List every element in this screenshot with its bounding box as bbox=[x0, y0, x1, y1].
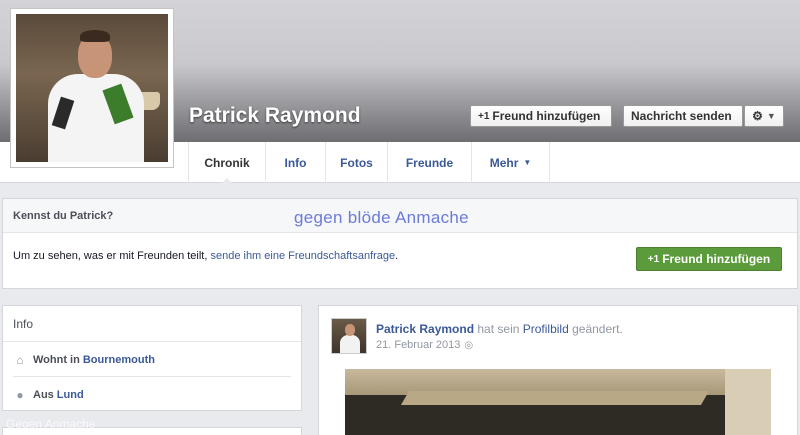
post-action-prefix: hat sein bbox=[474, 322, 523, 336]
add-friend-icon: +1 bbox=[478, 110, 490, 122]
tab-label: Fotos bbox=[340, 155, 373, 170]
info-card-title: Info bbox=[3, 306, 301, 342]
tab-mehr[interactable]: Mehr ▼ bbox=[471, 142, 550, 183]
send-message-label: Nachricht senden bbox=[631, 109, 732, 123]
post-header: Patrick Raymond hat sein Profilbild geän… bbox=[376, 322, 623, 336]
suggestion-text-suffix: . bbox=[395, 250, 399, 262]
post-author-avatar[interactable] bbox=[331, 318, 367, 354]
post-photo[interactable] bbox=[345, 369, 771, 435]
watermark-text-small: Gegen Anmache bbox=[6, 417, 96, 431]
suggestion-text-prefix: Um zu sehen, was er mit Freunden teilt, bbox=[13, 250, 211, 262]
gear-icon: ⚙ bbox=[752, 109, 763, 123]
tab-label: Info bbox=[284, 155, 307, 170]
globe-icon[interactable]: ◎ bbox=[464, 340, 473, 351]
profile-picture[interactable] bbox=[10, 8, 174, 168]
tab-chronik[interactable]: Chronik bbox=[188, 142, 265, 184]
send-message-button[interactable]: Nachricht senden bbox=[623, 105, 743, 127]
add-friend-label: Freund hinzufügen bbox=[492, 109, 601, 123]
tab-label: Freunde bbox=[405, 155, 454, 170]
post-action-suffix: geändert. bbox=[568, 322, 623, 336]
info-row-prefix: Aus bbox=[33, 389, 54, 401]
post-author-link[interactable]: Patrick Raymond bbox=[376, 322, 474, 336]
location-pin-icon: ● bbox=[16, 388, 24, 402]
home-icon: ⌂ bbox=[16, 353, 24, 367]
info-row-value-link[interactable]: Lund bbox=[57, 389, 84, 401]
info-row-prefix: Wohnt in bbox=[33, 354, 80, 366]
profile-picture-link[interactable]: Profilbild bbox=[523, 322, 569, 336]
add-friend-icon: +1 bbox=[647, 253, 660, 265]
info-card: Info ⌂ Wohnt in Bournemouth ● Aus Lund bbox=[2, 305, 302, 411]
timeline-post: Patrick Raymond hat sein Profilbild geän… bbox=[318, 305, 798, 435]
tab-label: Mehr bbox=[489, 155, 519, 170]
add-friend-button[interactable]: +1 Freund hinzufügen bbox=[470, 105, 612, 127]
tab-fotos[interactable]: Fotos bbox=[325, 142, 387, 183]
tab-label: Chronik bbox=[204, 155, 250, 170]
profile-name: Patrick Raymond bbox=[189, 104, 361, 127]
tab-info[interactable]: Info bbox=[265, 142, 325, 183]
add-friend-label: Freund hinzufügen bbox=[662, 252, 771, 266]
add-friend-button-green[interactable]: +1 Freund hinzufügen bbox=[636, 247, 782, 271]
post-meta: 21. Februar 2013 ◎ bbox=[376, 339, 473, 351]
chevron-down-icon: ▼ bbox=[766, 111, 776, 121]
post-date[interactable]: 21. Februar 2013 bbox=[376, 339, 460, 351]
info-row-value-link[interactable]: Bournemouth bbox=[83, 354, 155, 366]
profile-photo-image bbox=[16, 14, 168, 162]
info-row-residence: ⌂ Wohnt in Bournemouth bbox=[13, 350, 155, 370]
send-friend-request-link[interactable]: sende ihm eine Freundschaftsanfrage bbox=[210, 250, 395, 262]
watermark-text: gegen blöde Anmache bbox=[294, 208, 469, 227]
divider bbox=[13, 376, 291, 377]
settings-dropdown-button[interactable]: ⚙ ▼ bbox=[744, 105, 784, 127]
chevron-down-icon: ▼ bbox=[523, 158, 532, 167]
tab-freunde[interactable]: Freunde bbox=[387, 142, 471, 183]
info-row-hometown: ● Aus Lund bbox=[13, 385, 84, 405]
friend-suggestion-text: Um zu sehen, was er mit Freunden teilt, … bbox=[13, 250, 398, 262]
